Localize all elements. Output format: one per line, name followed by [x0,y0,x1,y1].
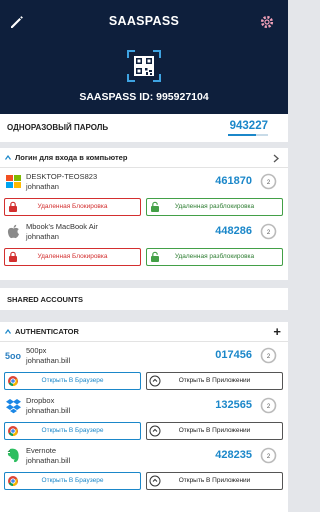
authenticator-section: AUTHENTICATOR + 5oo 500px johnathan.bill… [0,322,288,512]
open-in-app-button[interactable]: Открыть В Приложении [146,372,283,390]
otp-code: 943227 [229,120,268,132]
open-app-icon [149,475,161,487]
dropbox-logo-icon [6,399,21,414]
open-app-icon [149,425,161,437]
entry-user: johnathan.bill [26,456,71,465]
add-icon[interactable]: + [273,325,281,338]
entry-code: 428235 [215,449,252,461]
authenticator-entry[interactable]: 5oo 500px johnathan.bill 017456 2 [0,342,288,370]
open-app-icon [149,375,161,387]
entry-code: 132565 [215,399,252,411]
hero-panel: SAASPASS ID: 995927104 [0,44,288,114]
entry-code: 017456 [215,349,252,361]
lock-icon [9,251,17,262]
unlock-icon [151,251,159,262]
remote-lock-button[interactable]: Удаленная Блокировка [4,198,141,216]
windows-logo-icon [6,175,21,188]
chevron-up-icon [5,155,11,160]
500px-logo-icon: 5oo [5,351,22,361]
open-in-browser-button[interactable]: Открыть В Браузере [4,422,141,440]
chevron-up-icon [5,329,11,334]
entry-name: DESKTOP-TEOS823 [26,172,98,181]
saaspass-id: SAASPASS ID: 995927104 [79,91,209,103]
shared-accounts-row[interactable]: SHARED ACCOUNTS [0,288,288,310]
entry-name: 500px [26,346,47,355]
lock-icon [9,201,17,212]
timer-icon: 2 [260,173,277,190]
chrome-icon [8,376,18,386]
app-bar: SAASPASS [0,0,288,44]
computer-entry[interactable]: DESKTOP-TEOS823 johnathan 461870 2 [0,168,288,196]
open-in-app-button[interactable]: Открыть В Приложении [146,422,283,440]
remote-unlock-button[interactable]: Удаленная разблокировка [146,198,283,216]
open-in-browser-button[interactable]: Открыть В Браузере [4,372,141,390]
entry-user: johnathan.bill [26,356,71,365]
chrome-icon [8,426,18,436]
entry-user: johnathan [26,182,59,191]
open-in-app-button[interactable]: Открыть В Приложении [146,472,283,490]
remote-unlock-button[interactable]: Удаленная разблокировка [146,248,283,266]
gear-icon[interactable] [259,14,275,30]
otp-label: ОДНОРАЗОВЫЙ ПАРОЛЬ [7,123,109,132]
computer-login-header[interactable]: Логин для входа в компьютер [0,148,288,168]
app-title: SAASPASS [108,14,180,28]
computer-actions: Удаленная Блокировка Удаленная разблокир… [0,246,288,268]
authenticator-header[interactable]: AUTHENTICATOR + [0,322,288,342]
entry-name: Evernote [26,446,57,455]
timer-icon: 2 [260,397,277,414]
computer-login-title: Логин для входа в компьютер [15,153,128,162]
svg-text:5oo: 5oo [5,351,22,361]
apple-logo-icon [7,224,20,239]
shared-accounts-label: SHARED ACCOUNTS [7,295,83,304]
authenticator-actions: Открыть В Браузере Открыть В Приложении [0,370,288,392]
computer-actions: Удаленная Блокировка Удаленная разблокир… [0,196,288,218]
qr-code-icon[interactable] [127,50,161,82]
unlock-icon [151,201,159,212]
timer-icon: 2 [260,347,277,364]
authenticator-entry[interactable]: Dropbox johnathan.bill 132565 2 [0,392,288,420]
entry-user: johnathan [26,232,59,241]
chrome-icon [8,476,18,486]
open-in-browser-button[interactable]: Открыть В Браузере [4,472,141,490]
timer-icon: 2 [260,447,277,464]
evernote-logo-icon [7,448,19,463]
entry-name: Mbook's MacBook Air [26,222,98,231]
computer-login-section: Логин для входа в компьютер DESKTOP-TEOS… [0,148,288,280]
entry-user: johnathan.bill [26,406,71,415]
authenticator-title: AUTHENTICATOR [15,327,79,336]
otp-row[interactable]: ОДНОРАЗОВЫЙ ПАРОЛЬ 943227 [0,114,288,142]
authenticator-actions: Открыть В Браузере Открыть В Приложении [0,470,288,492]
entry-name: Dropbox [26,396,55,405]
remote-lock-button[interactable]: Удаленная Блокировка [4,248,141,266]
otp-progress-bar [228,134,268,136]
entry-code: 461870 [215,175,252,187]
authenticator-actions: Открыть В Браузере Открыть В Приложении [0,420,288,442]
entry-code: 448286 [215,225,252,237]
authenticator-entry[interactable]: Evernote johnathan.bill 428235 2 [0,442,288,470]
chevron-right-icon[interactable] [273,154,279,163]
computer-entry[interactable]: Mbook's MacBook Air johnathan 448286 2 [0,218,288,246]
timer-icon: 2 [260,223,277,240]
